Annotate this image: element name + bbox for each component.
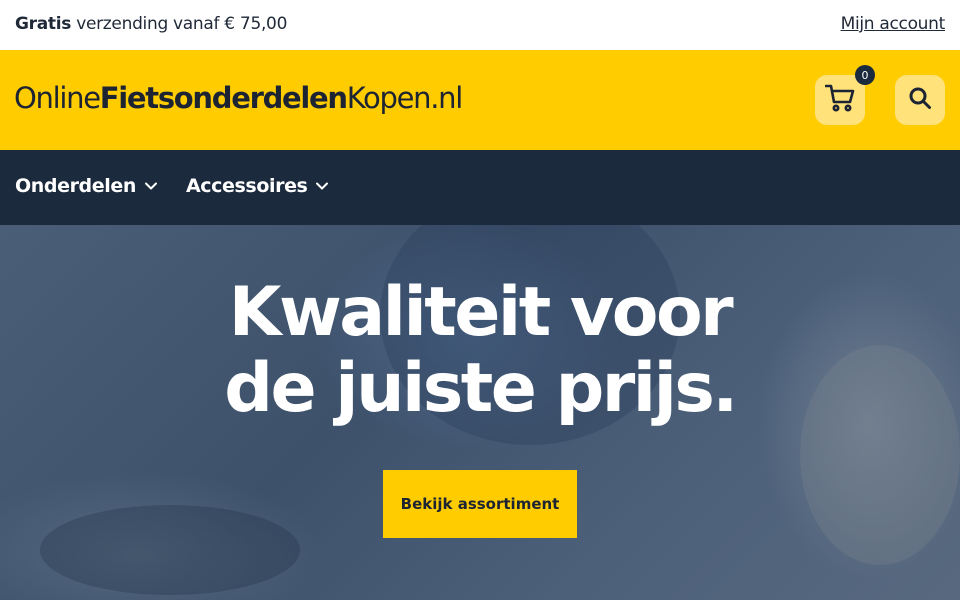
cart-count-badge: 0: [855, 65, 875, 85]
nav-item-onderdelen[interactable]: Onderdelen: [15, 175, 158, 197]
view-assortment-button[interactable]: Bekijk assortiment: [383, 470, 577, 538]
site-logo[interactable]: OnlineFietsonderdelenKopen.nl: [14, 81, 464, 115]
shipping-notice-text: verzending vanaf € 75,00: [71, 14, 288, 34]
logo-part-fietsonderdelen: Fietsonderdelen: [99, 81, 348, 115]
cart-icon: [824, 84, 855, 116]
nav-item-label: Accessoires: [186, 175, 308, 197]
shipping-notice-bold: Gratis: [15, 14, 72, 34]
hero-title-line-2: de juiste prijs.: [224, 349, 738, 428]
chevron-down-icon: [315, 179, 329, 193]
chevron-down-icon: [144, 179, 158, 193]
my-account-link[interactable]: Mijn account: [841, 14, 946, 34]
top-bar: Gratis verzending vanaf € 75,00 Mijn acc…: [0, 0, 960, 50]
search-button[interactable]: [895, 75, 945, 125]
hero-background-shape: [40, 505, 300, 595]
nav-item-label: Onderdelen: [15, 175, 136, 197]
logo-part-kopen: Kopen.nl: [346, 81, 464, 115]
logo-part-online: Online: [14, 81, 101, 115]
search-icon: [908, 86, 932, 114]
hero-banner: Kwaliteit voor de juiste prijs. Bekijk a…: [0, 225, 960, 600]
nav-item-accessoires[interactable]: Accessoires: [186, 175, 329, 197]
hero-title: Kwaliteit voor de juiste prijs.: [0, 275, 960, 427]
main-navigation: Onderdelen Accessoires: [0, 150, 960, 225]
shipping-notice: Gratis verzending vanaf € 75,00: [15, 14, 287, 34]
hero-title-line-1: Kwaliteit voor: [228, 273, 734, 352]
site-header: OnlineFietsonderdelenKopen.nl 0: [0, 50, 960, 150]
